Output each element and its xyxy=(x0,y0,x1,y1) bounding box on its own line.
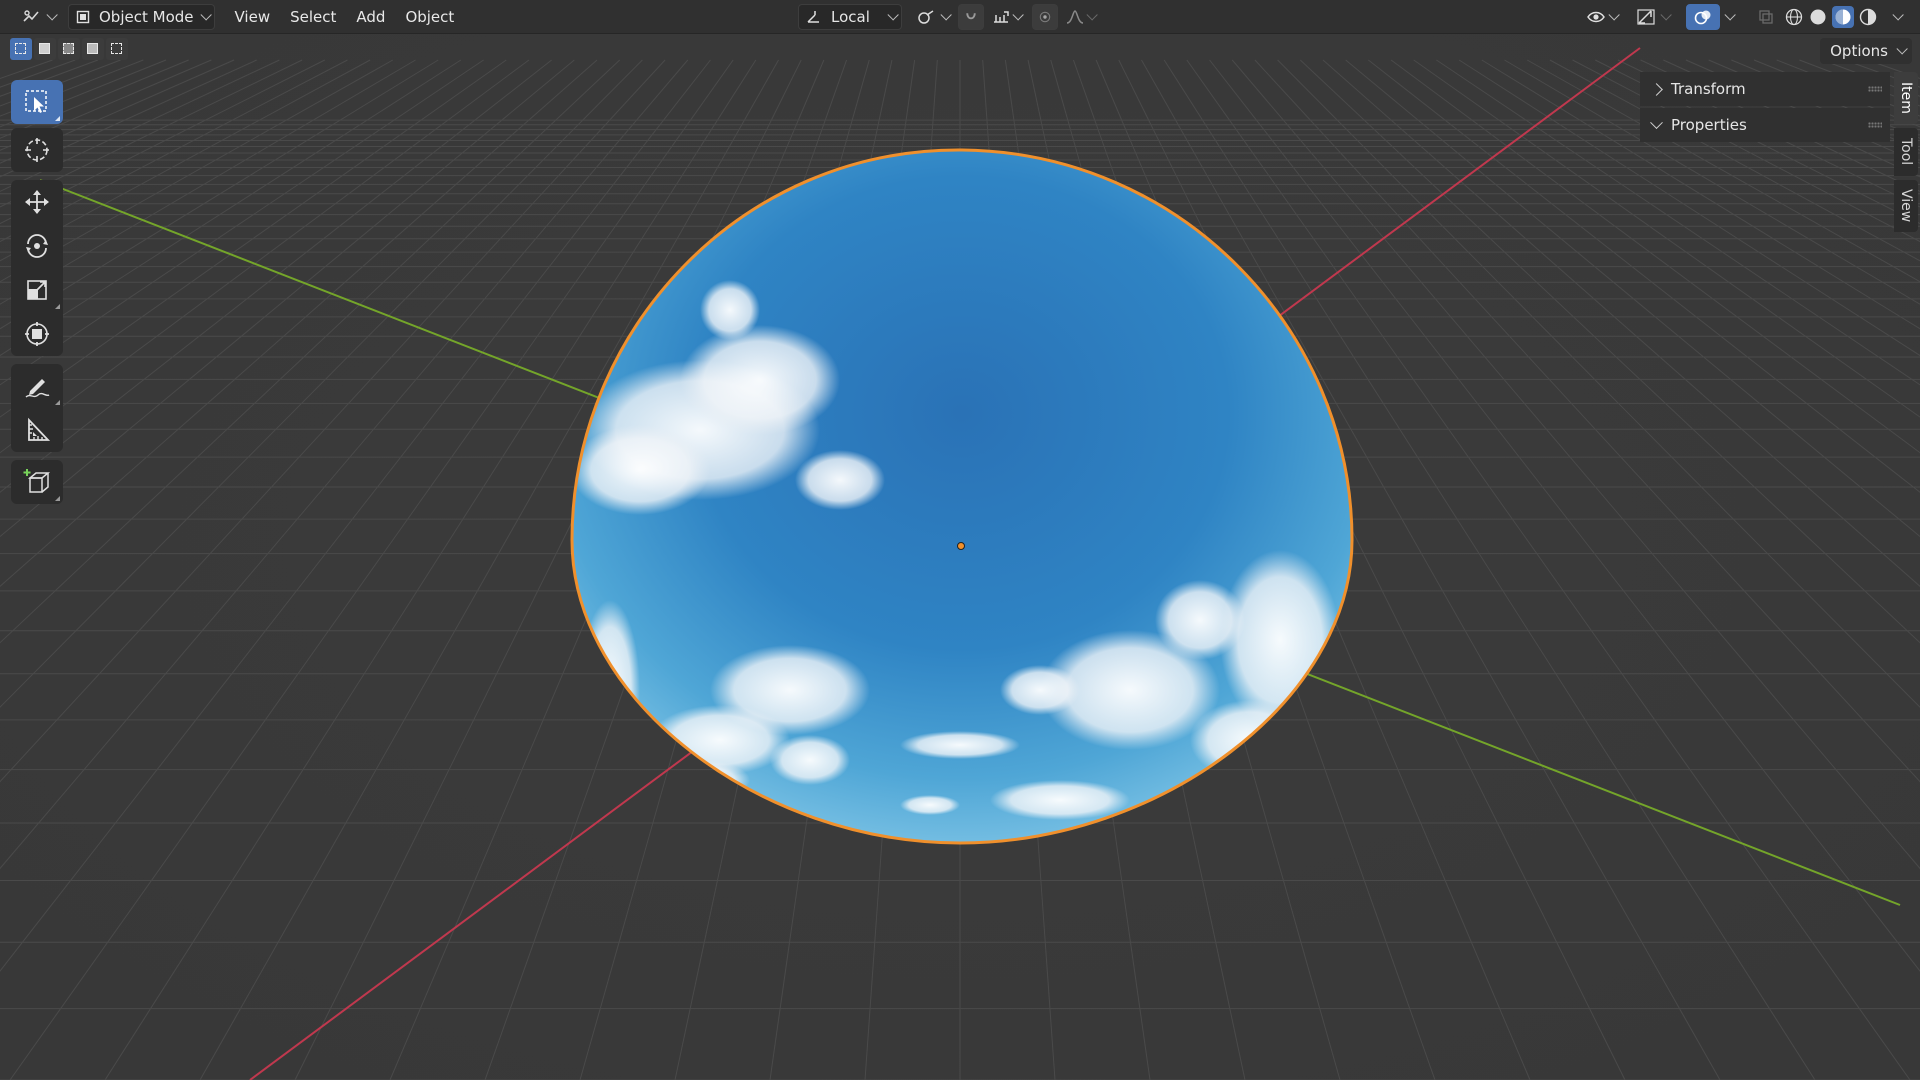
options-dropdown[interactable]: Options xyxy=(1820,38,1912,64)
proportional-editing-toggle[interactable] xyxy=(1032,3,1058,30)
overlays-dropdown[interactable] xyxy=(1718,4,1738,30)
xray-icon xyxy=(1759,9,1773,24)
select-extend-button[interactable] xyxy=(34,38,56,60)
gizmo-icon xyxy=(1637,8,1655,25)
wireframe-shading-icon[interactable] xyxy=(1784,7,1804,27)
select-invert-button[interactable] xyxy=(82,38,104,60)
menu-object[interactable]: Object xyxy=(395,4,464,30)
object-origin-point xyxy=(957,542,965,550)
select-intersect-button[interactable] xyxy=(106,38,128,60)
cursor-tool[interactable] xyxy=(11,128,63,172)
menu-select[interactable]: Select xyxy=(280,4,346,30)
select-box-tool[interactable] xyxy=(11,80,63,124)
snap-increment-icon xyxy=(994,10,1009,23)
pivot-point-button[interactable] xyxy=(910,4,954,30)
xray-toggle[interactable] xyxy=(1752,4,1780,30)
scale-icon xyxy=(27,280,47,300)
tab-item[interactable]: Item xyxy=(1894,72,1918,124)
move-arrows-icon xyxy=(25,190,49,214)
rotate-icon xyxy=(26,234,48,258)
editor-type-icon xyxy=(23,9,39,22)
tab-item-label: Item xyxy=(1898,82,1914,114)
options-label: Options xyxy=(1830,42,1888,60)
transform-orientation-selector[interactable]: Local xyxy=(798,3,902,30)
properties-panel-label: Properties xyxy=(1671,116,1747,134)
properties-panel-header[interactable]: Properties xyxy=(1640,108,1890,142)
select-box-icon xyxy=(25,90,47,113)
add-cube-icon xyxy=(23,469,51,493)
3d-cursor-icon xyxy=(25,138,49,162)
mode-label: Object Mode xyxy=(99,7,194,26)
object-mode-icon xyxy=(76,10,90,23)
annotate-tool[interactable] xyxy=(11,364,63,408)
gizmo-toggle[interactable] xyxy=(1630,4,1674,30)
drag-handle-icon[interactable] xyxy=(1868,86,1882,92)
measure-tool[interactable] xyxy=(11,408,63,452)
viewport-header: Object Mode View Select Add Object Local xyxy=(0,0,1920,34)
3d-viewport[interactable] xyxy=(0,0,1920,1080)
tab-view[interactable]: View xyxy=(1894,180,1918,232)
chevron-right-icon xyxy=(1650,82,1663,96)
tab-view-label: View xyxy=(1898,189,1914,223)
mode-selector[interactable]: Object Mode xyxy=(68,3,215,30)
rotate-tool[interactable] xyxy=(11,224,63,268)
select-subtract-button[interactable] xyxy=(58,38,80,60)
solid-shading-icon[interactable] xyxy=(1808,7,1828,27)
overlays-icon xyxy=(1694,10,1711,24)
sidebar-panel: Transform Properties xyxy=(1640,72,1890,144)
transform-tool[interactable] xyxy=(11,312,63,356)
proportional-edit-icon xyxy=(1039,11,1051,22)
overlays-toggle[interactable] xyxy=(1686,3,1720,30)
drag-handle-icon[interactable] xyxy=(1868,122,1882,128)
add-cube-tool[interactable] xyxy=(11,460,63,504)
menu-add[interactable]: Add xyxy=(346,4,395,30)
chevron-down-icon xyxy=(1650,115,1663,129)
move-tool[interactable] xyxy=(11,180,63,224)
scale-tool[interactable] xyxy=(11,268,63,312)
sidebar-tabs: Item Tool View xyxy=(1894,72,1918,236)
proportional-falloff-button[interactable] xyxy=(1060,4,1100,30)
transform-panel-header[interactable]: Transform xyxy=(1640,72,1890,106)
selection-mode-buttons xyxy=(10,38,128,64)
viewport-canvas[interactable] xyxy=(0,0,1920,1080)
editor-type-button[interactable] xyxy=(16,4,60,30)
transform-icon xyxy=(25,322,49,346)
select-new-button[interactable] xyxy=(10,38,32,60)
pencil-icon xyxy=(25,379,50,398)
shading-modes xyxy=(1780,4,1882,30)
ruler-icon xyxy=(28,417,51,441)
tool-shelf xyxy=(8,80,66,504)
snap-target-button[interactable] xyxy=(986,4,1026,30)
falloff-curve-icon xyxy=(1066,9,1084,24)
material-preview-shading-icon[interactable] xyxy=(1832,5,1854,28)
local-orientation-icon xyxy=(807,10,819,23)
eye-icon xyxy=(1587,11,1605,22)
visibility-button[interactable] xyxy=(1580,4,1622,30)
rendered-shading-icon[interactable] xyxy=(1858,7,1878,27)
transform-panel-label: Transform xyxy=(1671,80,1746,98)
tab-tool-label: Tool xyxy=(1898,138,1914,166)
shading-dropdown[interactable] xyxy=(1886,4,1906,30)
pivot-icon xyxy=(918,9,934,24)
snap-toggle[interactable] xyxy=(958,3,984,30)
menu-view[interactable]: View xyxy=(225,4,281,30)
orientation-label: Local xyxy=(831,7,870,26)
snap-magnet-icon xyxy=(966,12,976,19)
tab-tool[interactable]: Tool xyxy=(1894,128,1918,176)
